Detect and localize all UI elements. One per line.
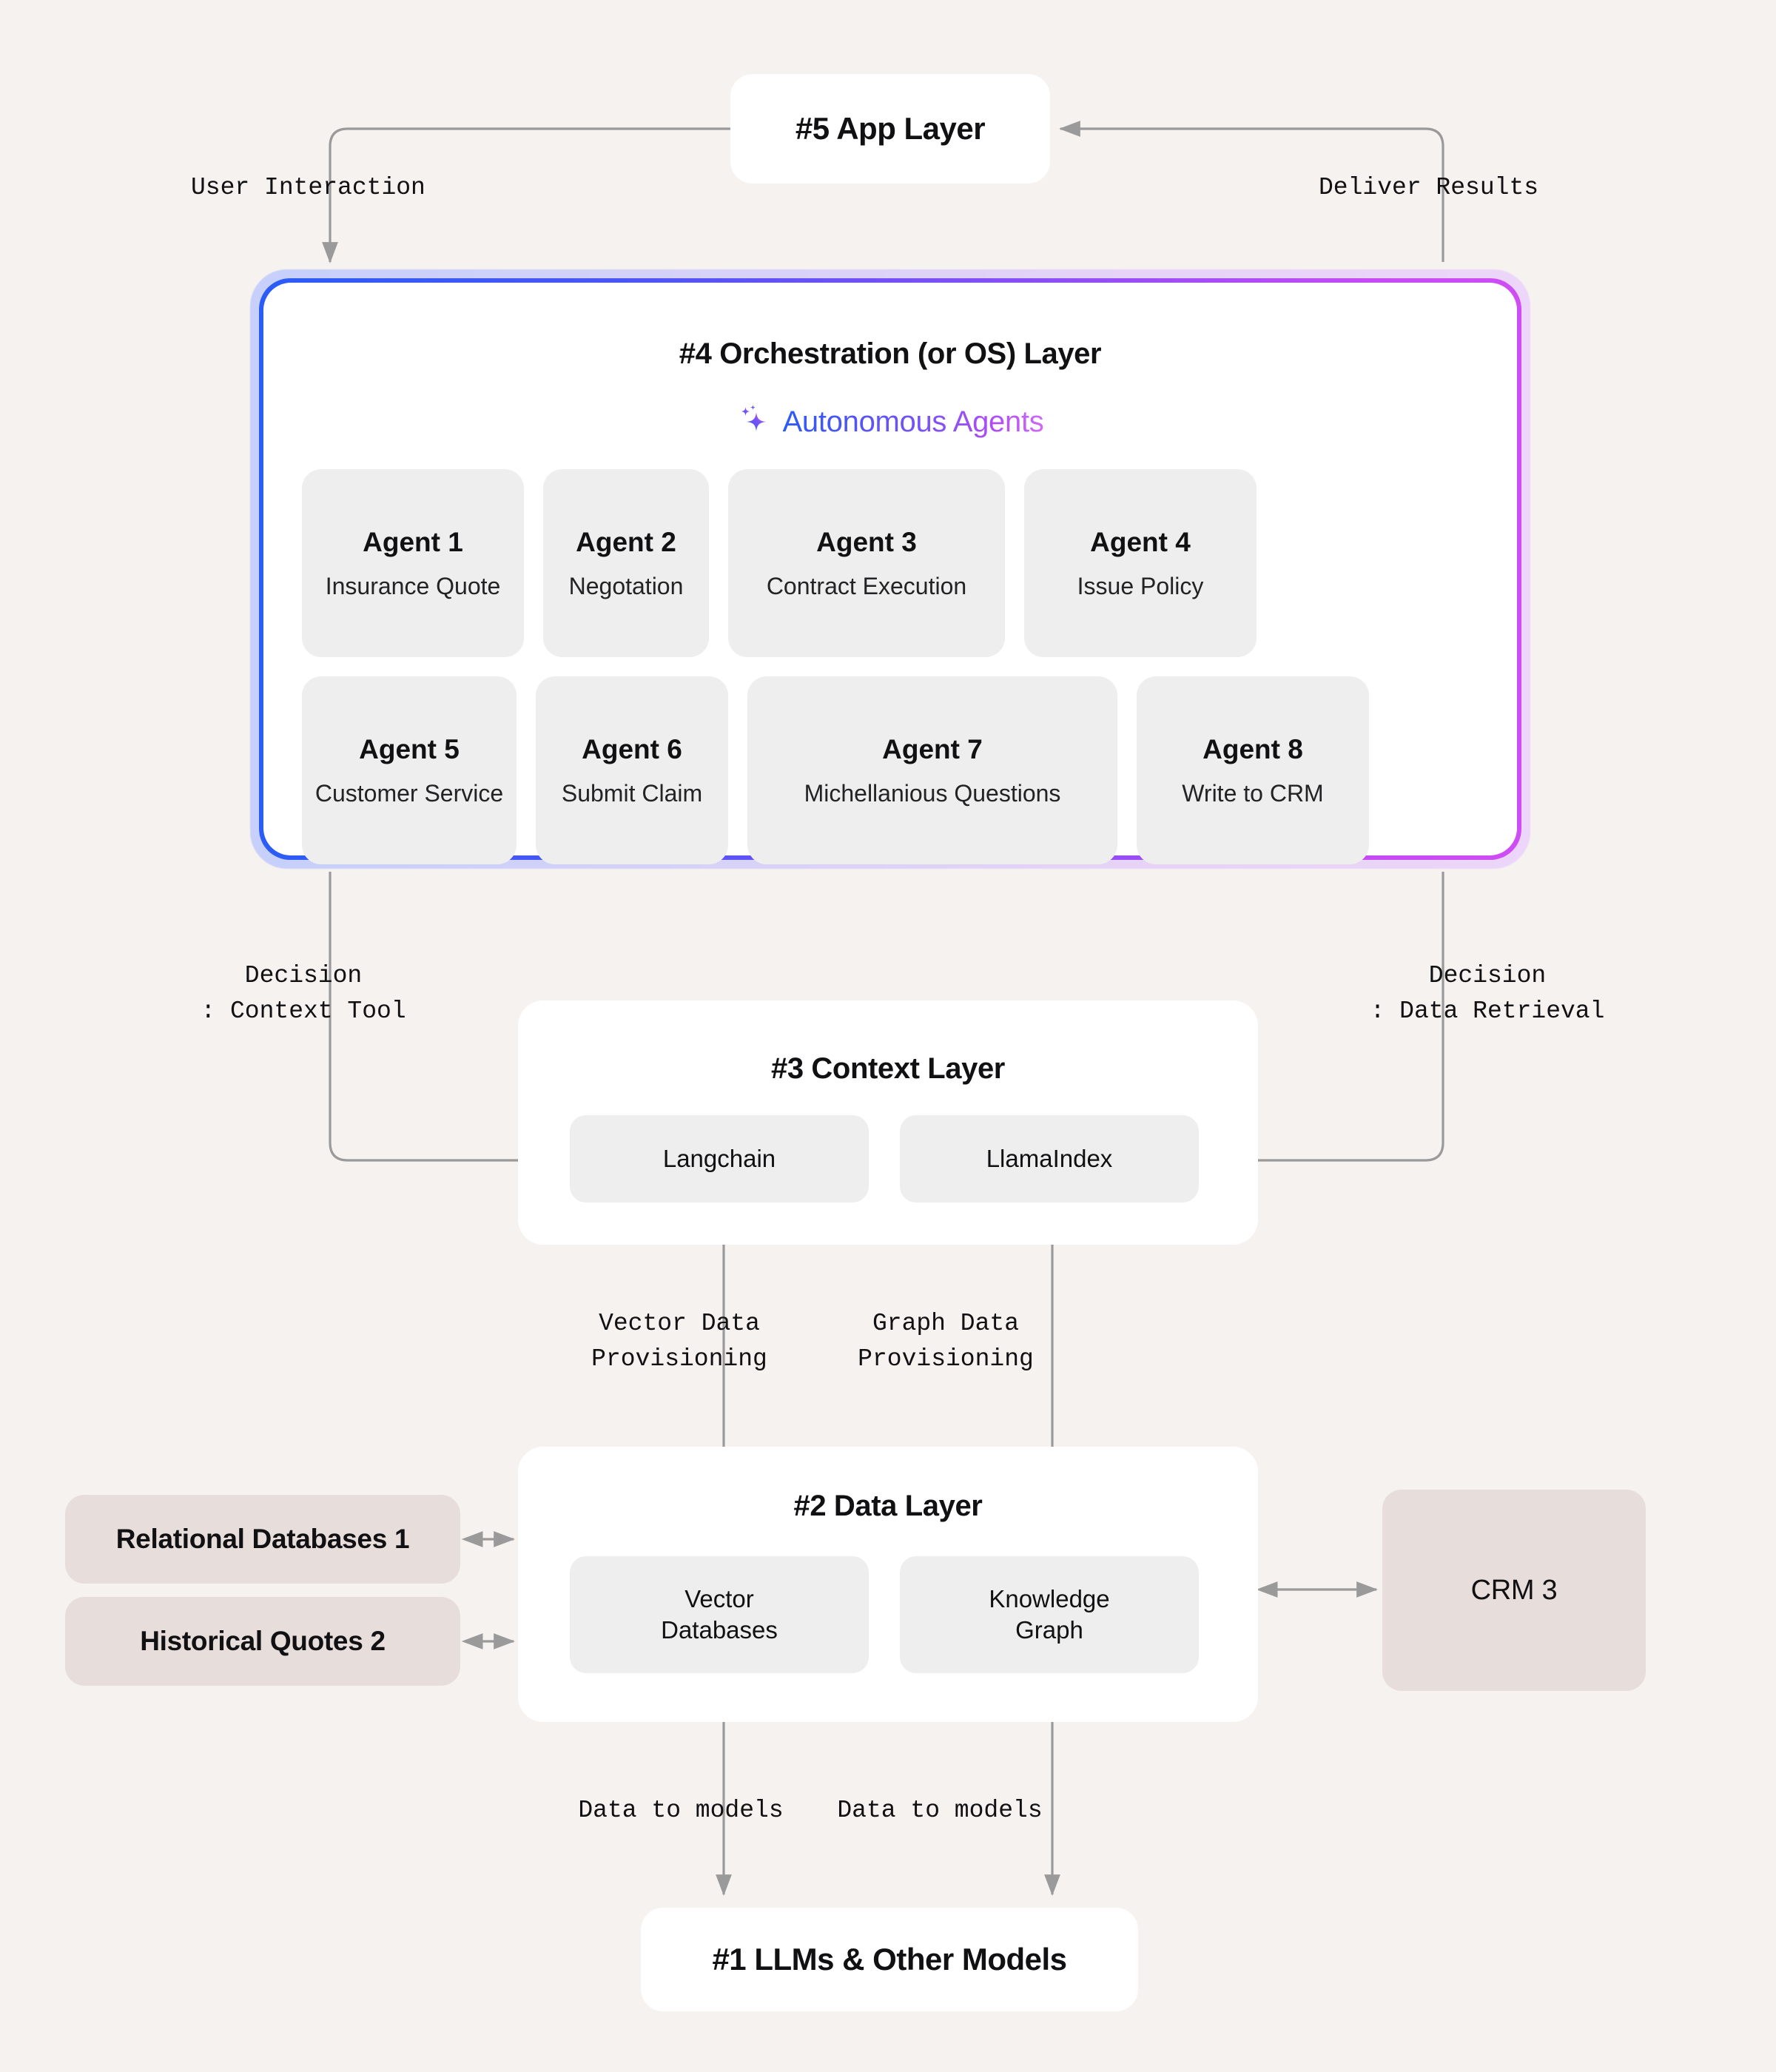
agent-role: Insurance Quote: [325, 572, 501, 599]
edge-label-decision-context-tool: Decision : Context Tool: [201, 962, 406, 1025]
edge-label-decision-data-retrieval: Decision : Data Retrieval: [1370, 962, 1605, 1025]
orchestration-layer-card[interactable]: #4 Orchestration (or OS) Layer Autonomou…: [259, 278, 1521, 864]
external-crm[interactable]: CRM 3: [1382, 1490, 1646, 1691]
agent-grid: Agent 1 Insurance Quote Agent 2 Negotati…: [302, 469, 1479, 864]
context-layer-items: Langchain LlamaIndex: [570, 1115, 1199, 1202]
agent-row-bottom: Agent 5 Customer Service Agent 6 Submit …: [302, 676, 1479, 864]
data-layer-title: #2 Data Layer: [793, 1490, 983, 1522]
diagram-canvas: #5 App Layer User Interaction Deliver Re…: [0, 0, 1776, 2072]
data-item-label-line1: Vector: [684, 1584, 754, 1612]
data-item-label-line1: Knowledge: [989, 1584, 1110, 1612]
model-layer-title: #1 LLMs & Other Models: [712, 1942, 1067, 1977]
edge-label-graph-data-provisioning: Graph Data Provisioning: [858, 1310, 1034, 1373]
edge-label-user-interaction: User Interaction: [191, 174, 426, 201]
autonomous-agents-label: Autonomous Agents: [782, 406, 1044, 438]
context-layer-title: #3 Context Layer: [771, 1052, 1005, 1085]
agent-name: Agent 4: [1090, 526, 1191, 557]
agent-card-1[interactable]: Agent 1 Insurance Quote: [302, 469, 524, 657]
app-layer-card[interactable]: #5 App Layer: [730, 74, 1050, 184]
agent-role: Write to CRM: [1182, 779, 1324, 807]
data-item-label-line2: Databases: [661, 1616, 778, 1644]
agent-role: Michellanious Questions: [804, 779, 1061, 807]
agent-name: Agent 1: [363, 526, 463, 557]
model-layer-card[interactable]: #1 LLMs & Other Models: [641, 1908, 1138, 2011]
autonomous-agents-badge: Autonomous Agents: [263, 403, 1517, 442]
agent-name: Agent 5: [359, 733, 460, 764]
agent-name: Agent 7: [882, 733, 983, 764]
edge-label-data-to-models-right: Data to models: [837, 1797, 1043, 1824]
agent-role: Submit Claim: [561, 779, 703, 807]
sparkle-icon: [737, 403, 773, 442]
app-layer-title: #5 App Layer: [795, 111, 986, 146]
context-layer-card[interactable]: #3 Context Layer Langchain LlamaIndex: [518, 1000, 1258, 1245]
data-layer-items: Vector Databases Knowledge Graph: [570, 1556, 1199, 1673]
agent-card-5[interactable]: Agent 5 Customer Service: [302, 676, 517, 864]
agent-name: Agent 2: [576, 526, 676, 557]
context-item-llamaindex[interactable]: LlamaIndex: [900, 1115, 1199, 1202]
data-item-knowledge-graph[interactable]: Knowledge Graph: [900, 1556, 1199, 1673]
orchestration-layer-title: #4 Orchestration (or OS) Layer: [679, 337, 1102, 370]
agent-card-8[interactable]: Agent 8 Write to CRM: [1137, 676, 1369, 864]
agent-name: Agent 6: [582, 733, 682, 764]
context-item-label: Langchain: [662, 1144, 776, 1172]
edge-label-deliver-results: Deliver Results: [1319, 174, 1539, 201]
agent-card-6[interactable]: Agent 6 Submit Claim: [536, 676, 728, 864]
context-item-langchain[interactable]: Langchain: [570, 1115, 869, 1202]
external-label: Historical Quotes 2: [140, 1626, 386, 1656]
agent-role: Contract Execution: [766, 572, 967, 599]
agent-role: Customer Service: [314, 779, 504, 807]
data-item-vector-databases[interactable]: Vector Databases: [570, 1556, 869, 1673]
agent-card-7[interactable]: Agent 7 Michellanious Questions: [747, 676, 1117, 864]
agent-name: Agent 3: [816, 526, 917, 557]
context-item-label: LlamaIndex: [986, 1144, 1113, 1172]
agent-card-2[interactable]: Agent 2 Negotation: [543, 469, 709, 657]
agent-role: Issue Policy: [1077, 572, 1204, 599]
data-layer-card[interactable]: #2 Data Layer Vector Databases Knowledge…: [518, 1447, 1258, 1722]
external-label: CRM 3: [1470, 1574, 1558, 1606]
agent-row-top: Agent 1 Insurance Quote Agent 2 Negotati…: [302, 469, 1479, 657]
external-label: Relational Databases 1: [115, 1524, 410, 1554]
external-historical-quotes[interactable]: Historical Quotes 2: [65, 1597, 460, 1686]
data-item-label-line2: Graph: [1015, 1616, 1083, 1644]
edge-label-vector-data-provisioning: Vector Data Provisioning: [591, 1310, 767, 1373]
edge-label-data-to-models-left: Data to models: [578, 1797, 784, 1824]
agent-card-4[interactable]: Agent 4 Issue Policy: [1024, 469, 1257, 657]
agent-card-3[interactable]: Agent 3 Contract Execution: [728, 469, 1005, 657]
external-relational-databases[interactable]: Relational Databases 1: [65, 1495, 460, 1584]
agent-name: Agent 8: [1202, 733, 1303, 764]
agent-role: Negotation: [568, 572, 684, 599]
